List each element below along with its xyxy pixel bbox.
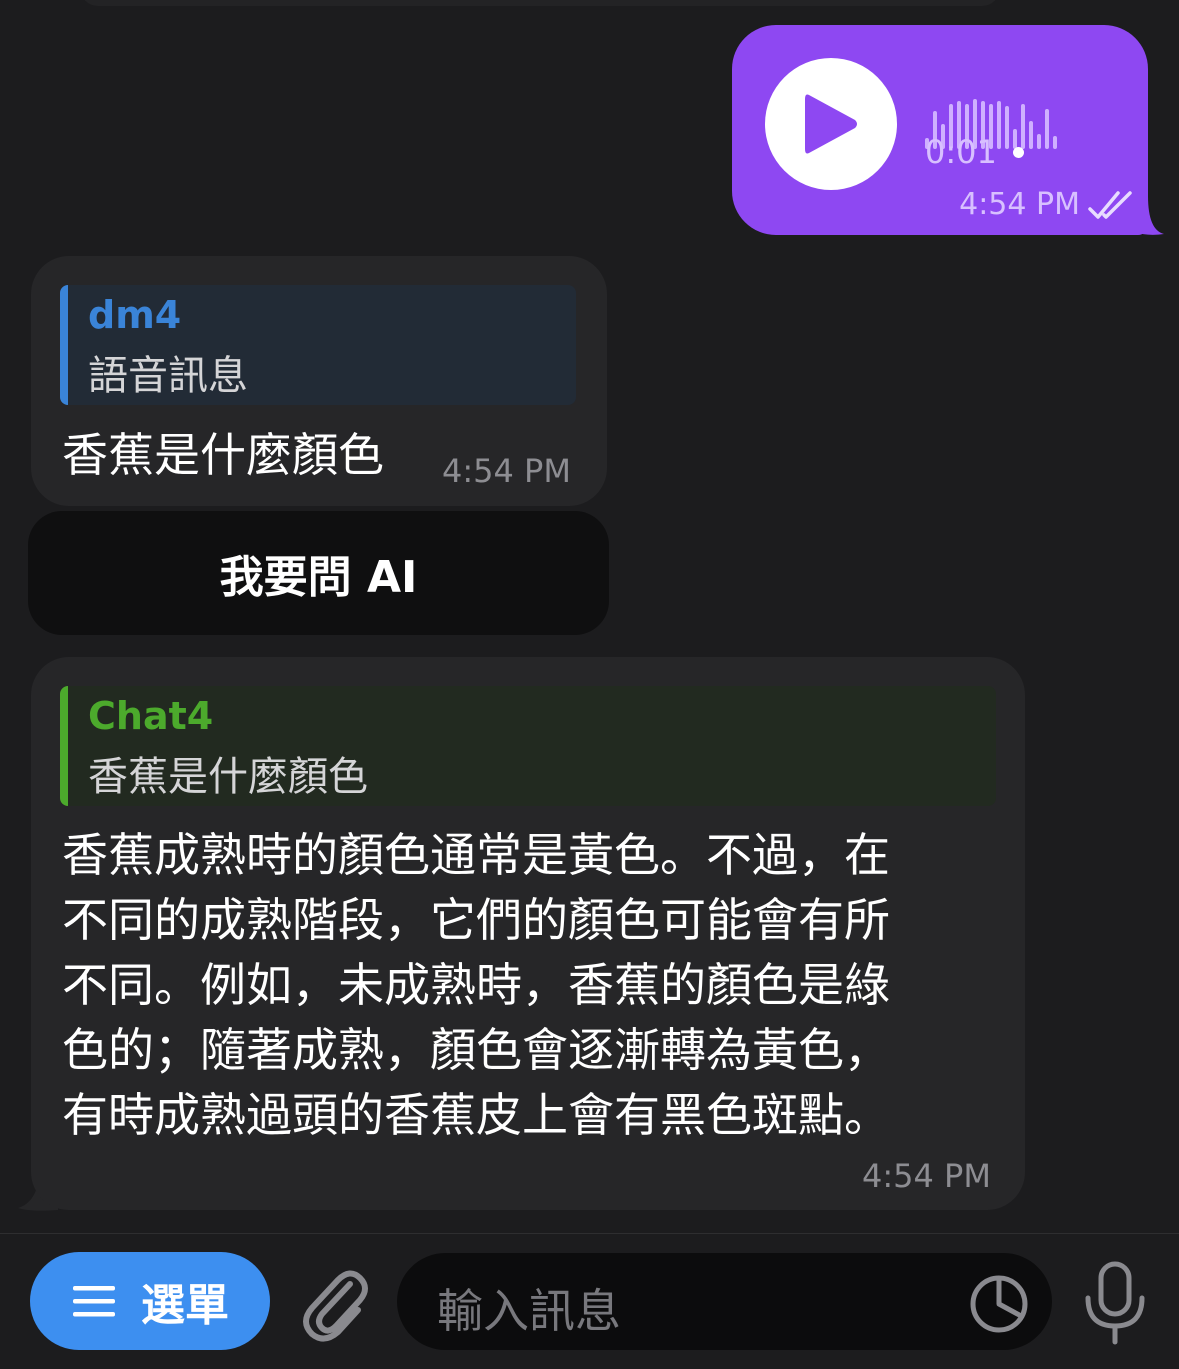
double-check-icon [1088,191,1132,219]
message-line: 香蕉成熟時的顏色通常是黃色。不過，在 [62,828,890,882]
message-input[interactable]: 輸入訊息 [397,1253,1052,1350]
waveform-bar [1045,109,1049,149]
message-time: 4:54 PM [862,1157,991,1195]
waveform-bar [1029,121,1033,149]
previous-message-edge [80,0,1000,6]
reply-accent-bar [60,686,68,806]
message-time: 4:54 PM [442,452,571,490]
message-text: 香蕉成熟時的顏色通常是黃色。不過，在 不同的成熟階段，它們的顏色可能會有所 不同… [62,823,890,1148]
incoming-message-1[interactable]: dm4 語音訊息 香蕉是什麼顏色 4:54 PM [31,256,607,506]
menu-button[interactable]: 選單 [30,1252,270,1350]
ask-ai-button[interactable]: 我要問 AI [28,511,609,635]
waveform-bar [1037,134,1041,149]
play-button[interactable] [765,58,897,190]
message-line: 不同。例如，未成熟時，香蕉的顏色是綠 [62,958,890,1012]
message-line: 不同的成熟階段，它們的顏色可能會有所 [62,893,890,947]
menu-icon [73,1286,115,1317]
play-icon [805,94,857,154]
sticker-icon[interactable] [968,1273,1030,1335]
reply-quote[interactable]: Chat4 香蕉是什麼顏色 [60,686,996,806]
voice-duration: 0:01 [925,133,997,171]
paperclip-icon[interactable] [298,1262,370,1342]
voice-message-time: 4:54 PM [959,187,1080,222]
microphone-icon[interactable] [1082,1260,1148,1346]
reply-sender-name: dm4 [88,293,182,337]
message-text: 香蕉是什麼顏色 [62,428,384,482]
waveform-bar [1053,136,1057,149]
unplayed-dot [1012,146,1024,158]
voice-message-bubble[interactable]: 0:01 4:54 PM [732,25,1148,235]
reply-text: 香蕉是什麼顏色 [88,754,368,800]
composer-bar: 選單 輸入訊息 [0,1233,1179,1369]
message-line: 有時成熟過頭的香蕉皮上會有黑色斑點。 [62,1088,890,1142]
voice-duration-row: 0:01 [925,133,1024,171]
reply-text: 語音訊息 [88,353,248,399]
reply-accent-bar [60,285,68,405]
menu-label: 選單 [141,1280,229,1331]
message-line: 色的；隨著成熟，顏色會逐漸轉為黃色， [62,1023,890,1077]
reply-sender-name: Chat4 [88,694,214,738]
reply-quote[interactable]: dm4 語音訊息 [60,285,576,405]
incoming-message-2[interactable]: Chat4 香蕉是什麼顏色 香蕉成熟時的顏色通常是黃色。不過，在 不同的成熟階段… [31,657,1025,1210]
message-input-placeholder: 輸入訊息 [437,1284,621,1338]
